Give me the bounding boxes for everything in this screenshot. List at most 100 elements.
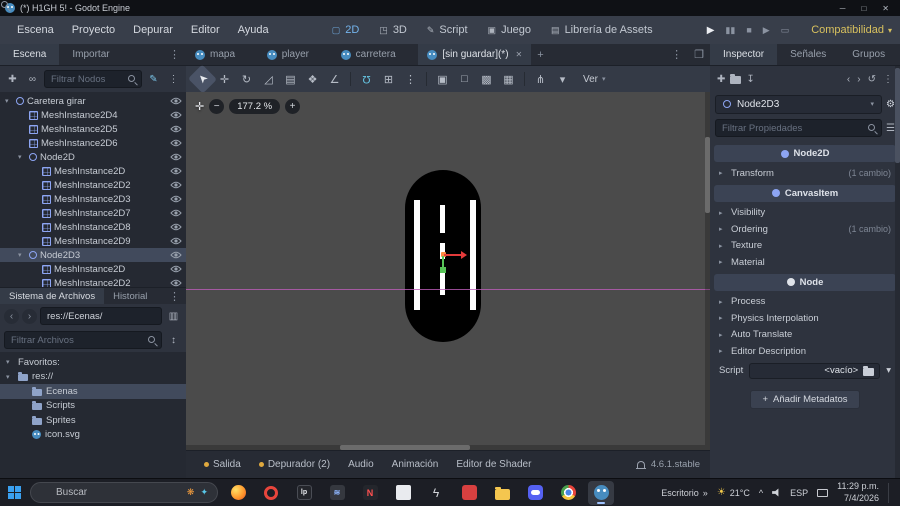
minimize-button[interactable]: ─ xyxy=(840,4,846,13)
scene-tabs-menu-icon[interactable]: ⋮ xyxy=(665,44,688,65)
list-select-tool-icon[interactable]: ▤ xyxy=(280,69,301,89)
taskbar-app-red[interactable] xyxy=(456,481,482,505)
taskbar-search-input[interactable] xyxy=(56,487,181,498)
nav-forward-icon[interactable]: › xyxy=(22,308,37,324)
section-material[interactable]: ▸ Material xyxy=(710,254,900,271)
ungroup-icon[interactable]: ▦ xyxy=(498,69,519,89)
inspector-scrollbar[interactable] xyxy=(895,66,900,478)
menu-ayuda[interactable]: Ayuda xyxy=(229,22,278,38)
smart-snap-icon[interactable]: Ω xyxy=(356,69,377,89)
viewport-canvas[interactable]: ✛ − 177.2 % + xyxy=(186,92,710,450)
scene-tree-node[interactable]: ▾ Node2D3 xyxy=(0,248,186,262)
visibility-eye-icon[interactable] xyxy=(170,181,182,189)
filter-properties-input[interactable] xyxy=(715,119,883,137)
scrollbar-thumb[interactable] xyxy=(895,68,900,163)
movie-mode-button[interactable]: ▭ xyxy=(781,25,790,36)
filesystem-menu-icon[interactable]: ⋮ xyxy=(163,288,186,304)
scene-tab-player[interactable]: player ✕ xyxy=(258,44,332,65)
pause-button[interactable]: ▮▮ xyxy=(725,25,735,36)
current-path[interactable]: res://Ecenas/ xyxy=(40,307,162,325)
scene-tree-node[interactable]: ▾ MeshInstance2D7 xyxy=(0,206,186,220)
instance-scene-icon[interactable]: ∞ xyxy=(24,70,41,88)
expand-viewport-icon[interactable]: ❐ xyxy=(688,44,710,65)
ruler-tool-icon[interactable]: ∠ xyxy=(324,69,345,89)
skeleton-icon[interactable]: ⋔ xyxy=(530,69,551,89)
node-options-icon[interactable]: ⚙ xyxy=(886,99,895,110)
maximize-button[interactable]: □ xyxy=(861,4,866,13)
play-button[interactable]: ▶ xyxy=(707,25,715,36)
section-process[interactable]: ▸ Process xyxy=(710,294,900,311)
taskbar-app-explorer[interactable] xyxy=(489,481,515,505)
taskbar-app-discord[interactable] xyxy=(522,481,548,505)
menu-proyecto[interactable]: Proyecto xyxy=(63,22,124,38)
expand-arrow-icon[interactable]: ▾ xyxy=(18,251,26,259)
renderer-selector[interactable]: Compatibilidad ▾ xyxy=(811,24,892,36)
filesystem-item[interactable]: ▾ icon.svg xyxy=(0,428,186,443)
menu-depurar[interactable]: Depurar xyxy=(124,22,182,38)
taskbar-app-notepad[interactable]: N xyxy=(357,481,383,505)
scene-tree-node[interactable]: ▾ MeshInstance2D8 xyxy=(0,220,186,234)
section-ordering[interactable]: ▸ Ordering (1 cambio) xyxy=(710,221,900,238)
attach-script-icon[interactable]: ✎ xyxy=(145,70,162,88)
desktops-button[interactable]: Escritorio » xyxy=(661,488,708,498)
taskbar-app-chrome[interactable] xyxy=(555,481,581,505)
scene-tree-node[interactable]: ▾ MeshInstance2D5 xyxy=(0,122,186,136)
canvas-horizontal-scrollbar[interactable] xyxy=(186,445,705,450)
panel-audio[interactable]: Audio xyxy=(340,459,382,470)
add-node-icon[interactable]: ✚ xyxy=(4,70,21,88)
tab-sistema-de-archivos[interactable]: Sistema de Archivos xyxy=(0,288,105,304)
taskbar-app-browser[interactable] xyxy=(225,481,251,505)
move-tool-icon[interactable]: ✛ xyxy=(214,69,235,89)
section-auto-translate[interactable]: ▸ Auto Translate xyxy=(710,327,900,344)
scene-tree-node[interactable]: ▾ Node2D xyxy=(0,150,186,164)
gizmo-x-axis[interactable] xyxy=(444,254,461,256)
tab-historial[interactable]: Historial xyxy=(104,288,156,304)
expand-arrow-icon[interactable]: ▸ xyxy=(719,225,726,233)
close-button[interactable]: ✕ xyxy=(882,4,889,13)
zoom-out-button[interactable]: − xyxy=(209,99,225,114)
start-button[interactable] xyxy=(6,484,23,501)
visibility-eye-icon[interactable] xyxy=(170,279,182,287)
filter-options-icon[interactable]: ☰ xyxy=(886,123,895,134)
new-resource-icon[interactable]: ✚ xyxy=(717,74,725,85)
visibility-eye-icon[interactable] xyxy=(170,195,182,203)
history-back-icon[interactable]: ‹ xyxy=(847,74,850,85)
scene-tab-carretera[interactable]: carretera ✕ xyxy=(332,44,419,65)
scene-tree-node[interactable]: ▾ MeshInstance2D xyxy=(0,164,186,178)
filesystem-item[interactable]: ▾ Sprites xyxy=(0,413,186,428)
workspace-assetlib[interactable]: ▤ Librería de Assets xyxy=(541,21,663,39)
script-value-dropdown[interactable]: <vacío> xyxy=(749,362,881,379)
filesystem-item[interactable]: ▾ res:// xyxy=(0,370,186,385)
visibility-eye-icon[interactable] xyxy=(170,265,182,273)
scene-tree-node[interactable]: ▾ MeshInstance2D2 xyxy=(0,276,186,287)
left-dock-menu-icon[interactable]: ⋮ xyxy=(163,44,186,65)
category-node[interactable]: ▸ Node xyxy=(714,273,896,291)
history-forward-icon[interactable]: › xyxy=(857,74,860,85)
visibility-eye-icon[interactable] xyxy=(170,251,182,259)
section-physics-interpolation[interactable]: ▸ Physics Interpolation xyxy=(710,310,900,327)
panel-editor-de-shader[interactable]: Editor de Shader xyxy=(448,459,539,470)
expand-arrow-icon[interactable]: ▸ xyxy=(719,331,726,339)
load-resource-icon[interactable] xyxy=(730,74,742,84)
section-transform[interactable]: ▸ Transform (1 cambio) xyxy=(710,165,900,182)
expand-arrow-icon[interactable]: ▾ xyxy=(6,373,14,381)
section-visibility[interactable]: ▸ Visibility xyxy=(710,205,900,222)
tab-inspector[interactable]: Inspector xyxy=(710,44,778,65)
tab-importar[interactable]: Importar xyxy=(59,44,122,65)
scene-tab-mapa[interactable]: mapa ✕ xyxy=(186,44,258,65)
panel-salida[interactable]: Salida xyxy=(196,459,249,470)
filesystem-item[interactable]: ▾ Ecenas xyxy=(0,384,186,399)
scene-tree-menu-icon[interactable]: ⋮ xyxy=(165,70,182,88)
tab-senales[interactable]: Señales xyxy=(777,44,839,65)
add-metadata-button[interactable]: + Añadir Metadatos xyxy=(750,389,860,409)
weather-widget[interactable]: ☀ 21°C xyxy=(717,487,750,498)
load-script-icon[interactable] xyxy=(863,365,875,376)
rotate-tool-icon[interactable]: ↻ xyxy=(236,69,257,89)
select-tool-icon[interactable]: ➤ xyxy=(188,64,217,94)
scene-tree-node[interactable]: ▾ MeshInstance2D3 xyxy=(0,192,186,206)
expand-arrow-icon[interactable]: ▸ xyxy=(719,298,726,306)
snap-options-icon[interactable]: ⋮ xyxy=(400,69,421,89)
hidden-icons-chevron[interactable]: ^ xyxy=(759,488,763,498)
expand-arrow-icon[interactable]: ▸ xyxy=(719,169,726,177)
tab-escena[interactable]: Escena xyxy=(0,44,60,65)
